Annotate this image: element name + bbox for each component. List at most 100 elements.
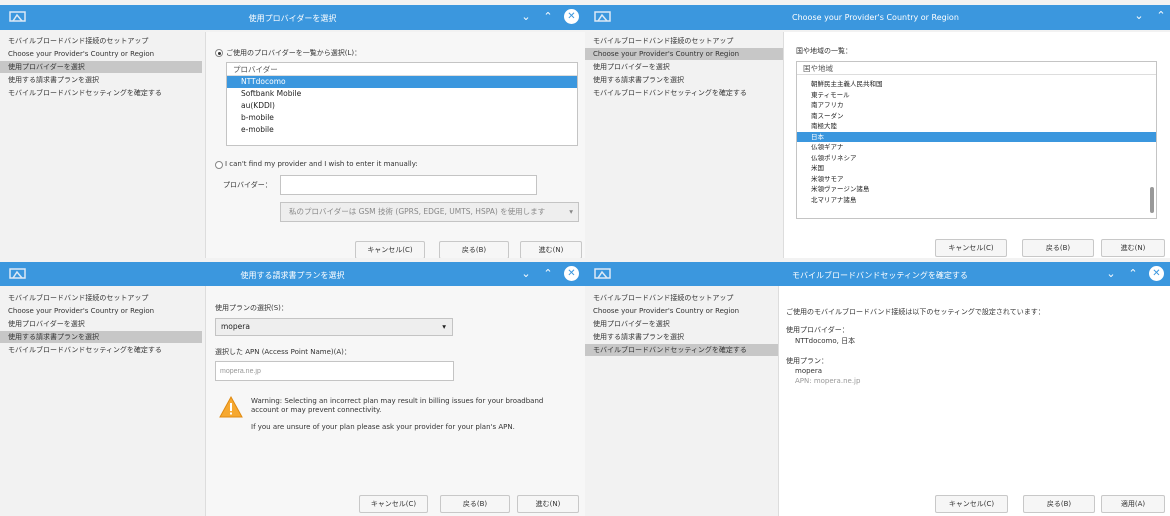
- window-title: モバイルブロードバンドセッティングを確定する: [792, 271, 968, 280]
- apply-button[interactable]: 適用(A): [1101, 495, 1165, 513]
- close-icon[interactable]: ✕: [564, 266, 579, 281]
- next-button[interactable]: 進む(N): [1101, 239, 1165, 257]
- window-title: 使用する請求書プランを選択: [240, 271, 345, 280]
- sidebar-item-provider: 使用プロバイダーを選択: [593, 320, 670, 328]
- sidebar-item-plan: 使用する請求書プランを選択: [0, 331, 202, 343]
- list-item[interactable]: 日本: [797, 131, 1156, 142]
- plan-value: mopera: [795, 367, 823, 375]
- sidebar-item-provider: 使用プロバイダーを選択: [0, 61, 202, 73]
- warning-icon: [219, 396, 243, 418]
- maximize-icon[interactable]: ⌃: [1155, 9, 1167, 22]
- sidebar-item-country: Choose your Provider's Country or Region: [8, 50, 155, 58]
- sidebar: モバイルブロードバンド接続のセットアップ Choose your Provide…: [585, 35, 787, 100]
- sidebar-item-confirm: モバイルブロードバンドセッティングを確定する: [8, 89, 162, 97]
- list-header: プロバイダー: [227, 63, 577, 76]
- technology-select[interactable]: 私のプロバイダーは GSM 技術 (GPRS, EDGE, UMTS, HSPA…: [280, 202, 579, 222]
- dropdown-arrow-icon: ▾: [442, 322, 446, 331]
- sidebar: モバイルブロードバンド接続のセットアップ Choose your Provide…: [0, 292, 202, 357]
- provider-field-label: プロバイダー：: [223, 181, 272, 189]
- list-item[interactable]: 米国: [797, 163, 1156, 174]
- sidebar-item-provider: 使用プロバイダーを選択: [593, 63, 670, 71]
- list-item[interactable]: 南アフリカ: [797, 100, 1156, 111]
- minimize-icon[interactable]: ⌄: [1133, 9, 1145, 22]
- list-item[interactable]: 東ティモール: [797, 90, 1156, 101]
- warning-text: Warning: Selecting an incorrect plan may…: [251, 397, 544, 414]
- sidebar-item-plan: 使用する請求書プランを選択: [593, 333, 684, 341]
- apn-label: 選択した APN (Access Point Name)(A)：: [215, 348, 351, 356]
- close-icon[interactable]: ✕: [564, 9, 579, 24]
- radio-manual-label: I can't find my provider and I wish to e…: [225, 160, 418, 168]
- back-button[interactable]: 戻る(B): [439, 241, 509, 258]
- window-select-provider: 使用プロバイダーを選択 ⌄ ⌃ ✕ モバイルブロードバンド接続のセットアップ Cho…: [0, 0, 585, 258]
- list-item[interactable]: 米領サモア: [797, 174, 1156, 185]
- plan-label: 使用プラン：: [786, 357, 828, 365]
- list-item[interactable]: Softbank Mobile: [227, 88, 577, 100]
- cancel-button[interactable]: キャンセル(C): [359, 495, 428, 513]
- list-item[interactable]: 仏領ギアナ: [797, 142, 1156, 153]
- sidebar-item-confirm: モバイルブロードバンドセッティングを確定する: [593, 89, 747, 97]
- plan-select[interactable]: mopera ▾: [215, 318, 453, 336]
- titlebar: 使用プロバイダーを選択 ⌄ ⌃ ✕: [0, 5, 585, 30]
- list-item[interactable]: 朝鮮民主主義人民共和国: [797, 79, 1156, 90]
- provider-list[interactable]: プロバイダー NTTdocomo Softbank Mobile au(KDDI…: [226, 62, 578, 146]
- provider-value: NTTdocomo, 日本: [795, 337, 856, 345]
- provider-label: 使用プロバイダー：: [786, 326, 849, 334]
- sidebar: モバイルブロードバンド接続のセットアップ Choose your Provide…: [0, 35, 202, 100]
- minimize-icon[interactable]: ⌄: [520, 267, 532, 280]
- list-item[interactable]: 仏領ポリネシア: [797, 153, 1156, 164]
- list-item[interactable]: 南スーダン: [797, 111, 1156, 122]
- sidebar: モバイルブロードバンド接続のセットアップ Choose your Provide…: [585, 292, 787, 357]
- window-confirm-settings: モバイルブロードバンドセッティングを確定する ⌄ ⌃ ✕ モバイルブロードバンド接続…: [585, 258, 1170, 516]
- plan-label: 使用プランの選択(S)：: [215, 304, 288, 312]
- next-button[interactable]: 進む(N): [517, 495, 579, 513]
- radio-manual-entry[interactable]: [215, 161, 223, 169]
- radio-select-from-list[interactable]: [215, 49, 223, 57]
- plan-select-value: mopera: [221, 322, 250, 331]
- sidebar-item-setup: モバイルブロードバンド接続のセットアップ: [8, 37, 149, 45]
- minimize-icon[interactable]: ⌄: [520, 10, 532, 23]
- sidebar-item-plan: 使用する請求書プランを選択: [8, 76, 99, 84]
- maximize-icon[interactable]: ⌃: [1127, 267, 1139, 280]
- sidebar-item-provider: 使用プロバイダーを選択: [8, 320, 85, 328]
- list-item[interactable]: au(KDDI): [227, 100, 577, 112]
- cancel-button[interactable]: キャンセル(C): [935, 239, 1007, 257]
- window-select-plan: 使用する請求書プランを選択 ⌄ ⌃ ✕ モバイルブロードバンド接続のセットアップ C…: [0, 258, 585, 516]
- apn-text: APN: mopera.ne.jp: [795, 377, 861, 385]
- chevron-down-icon: ▾: [569, 207, 573, 216]
- sidebar-item-country: Choose your Provider's Country or Region: [593, 307, 740, 315]
- list-item[interactable]: NTTdocomo: [227, 76, 577, 88]
- close-icon[interactable]: ✕: [1149, 266, 1164, 281]
- scrollbar[interactable]: [1150, 187, 1154, 213]
- sidebar-item-country: Choose your Provider's Country or Region: [585, 48, 787, 60]
- maximize-icon[interactable]: ⌃: [542, 267, 554, 280]
- back-button[interactable]: 戻る(B): [1022, 239, 1094, 257]
- sidebar-item-setup: モバイルブロードバンド接続のセットアップ: [593, 294, 734, 302]
- list-item[interactable]: 北マリアナ諸島: [797, 195, 1156, 206]
- window-title: Choose your Provider's Country or Region: [792, 13, 959, 22]
- apn-input[interactable]: [215, 361, 454, 381]
- list-item[interactable]: 米領ヴァージン諸島: [797, 184, 1156, 195]
- next-button[interactable]: 進む(N): [520, 241, 582, 258]
- back-button[interactable]: 戻る(B): [1023, 495, 1095, 513]
- sidebar-item-plan: 使用する請求書プランを選択: [593, 76, 684, 84]
- window-select-country: Choose your Provider's Country or Region…: [585, 0, 1170, 258]
- list-item[interactable]: 南極大陸: [797, 121, 1156, 132]
- cancel-button[interactable]: キャンセル(C): [935, 495, 1008, 513]
- titlebar: Choose your Provider's Country or Region…: [585, 5, 1170, 30]
- cancel-button[interactable]: キャンセル(C): [355, 241, 425, 258]
- minimize-icon[interactable]: ⌄: [1105, 267, 1117, 280]
- settings-intro: ご使用のモバイルブロードバンド接続は以下のセッティングで設定されています：: [786, 308, 1045, 316]
- radio-list-label: ご使用のプロバイダーを一覧から選択(L)：: [226, 49, 362, 57]
- titlebar: モバイルブロードバンドセッティングを確定する ⌄ ⌃ ✕: [585, 262, 1170, 286]
- list-header: 国や地域: [797, 62, 1156, 75]
- list-item[interactable]: e-mobile: [227, 124, 577, 136]
- country-list-label: 国や地域の一覧：: [796, 47, 852, 55]
- titlebar: 使用する請求書プランを選択 ⌄ ⌃ ✕: [0, 262, 585, 286]
- list-item[interactable]: b-mobile: [227, 112, 577, 124]
- maximize-icon[interactable]: ⌃: [542, 10, 554, 23]
- country-list[interactable]: 国や地域 朝鮮民主主義人民共和国 東ティモール 南アフリカ 南スーダン 南極大陸…: [796, 61, 1157, 219]
- sidebar-item-country: Choose your Provider's Country or Region: [8, 307, 155, 315]
- back-button[interactable]: 戻る(B): [440, 495, 510, 513]
- provider-name-input[interactable]: [280, 175, 537, 195]
- unsure-text: If you are unsure of your plan please as…: [251, 423, 515, 431]
